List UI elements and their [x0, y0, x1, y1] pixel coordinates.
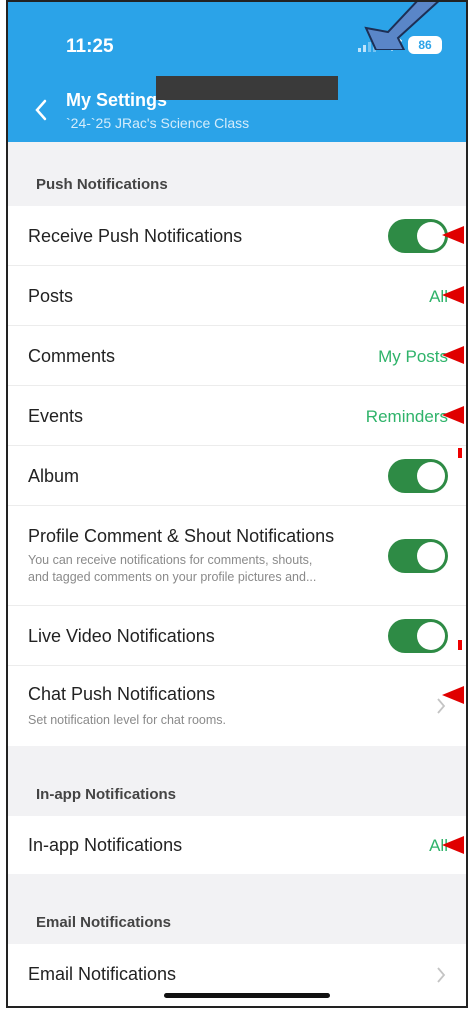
- home-indicator: [164, 993, 330, 998]
- row-description: Set notification level for chat rooms.: [28, 713, 227, 727]
- row-label: Posts: [28, 286, 74, 306]
- redaction-box: [156, 76, 338, 100]
- row-live-video[interactable]: Live Video Notifications: [8, 606, 466, 666]
- page-subtitle: `24-`25 JRac's Science Class: [66, 115, 250, 131]
- in-app-notifications-group: In-app Notifications All: [8, 816, 466, 874]
- annotation-mark: [458, 448, 462, 458]
- row-label: Events: [28, 406, 84, 426]
- row-label: Chat Push Notifications: [28, 684, 216, 704]
- row-events[interactable]: Events Reminders: [8, 386, 466, 446]
- row-chat-push[interactable]: Chat Push Notifications Set notification…: [8, 666, 466, 746]
- page-title: My Settings: [66, 90, 168, 110]
- row-posts[interactable]: Posts All: [8, 266, 466, 326]
- row-comments[interactable]: Comments My Posts: [8, 326, 466, 386]
- row-label: Comments: [28, 346, 116, 366]
- row-label: Profile Comment & Shout Notifications: [28, 526, 335, 546]
- row-label: In-app Notifications: [28, 835, 183, 855]
- live-video-toggle[interactable]: [388, 619, 448, 653]
- section-label-push: Push Notifications: [36, 176, 168, 193]
- section-label-in-app: In-app Notifications: [36, 786, 176, 803]
- receive-push-toggle[interactable]: [388, 219, 448, 253]
- chevron-right-icon: [437, 967, 446, 983]
- email-notifications-group: Email Notifications: [8, 944, 466, 1006]
- row-in-app[interactable]: In-app Notifications All: [8, 816, 466, 874]
- annotation-arrow-icon: [442, 836, 464, 854]
- annotation-arrow-icon: [442, 286, 464, 304]
- album-toggle[interactable]: [388, 459, 448, 493]
- row-label: Live Video Notifications: [28, 626, 215, 646]
- annotation-arrow-icon: [364, 2, 440, 50]
- events-value[interactable]: Reminders: [366, 407, 448, 427]
- annotation-arrow-icon: [442, 346, 464, 364]
- row-profile-comment[interactable]: Profile Comment & Shout Notifications Yo…: [8, 506, 466, 606]
- annotation-arrow-icon: [442, 686, 464, 704]
- annotation-mark: [458, 640, 462, 650]
- row-description: and tagged comments on your profile pict…: [28, 570, 317, 584]
- annotation-arrow-icon: [442, 226, 464, 244]
- comments-value[interactable]: My Posts: [378, 347, 448, 367]
- row-receive-push[interactable]: Receive Push Notifications: [8, 206, 466, 266]
- profile-comment-toggle[interactable]: [388, 539, 448, 573]
- status-time: 11:25: [66, 36, 114, 57]
- row-description: You can receive notifications for commen…: [28, 553, 313, 567]
- annotation-arrow-icon: [442, 406, 464, 424]
- section-label-email: Email Notifications: [36, 914, 172, 931]
- phone-screenshot-frame: 11:25 86 My Settings `24-`25 JRac's Scie…: [6, 0, 468, 1008]
- row-album[interactable]: Album: [8, 446, 466, 506]
- row-label: Receive Push Notifications: [28, 226, 243, 246]
- back-chevron-icon[interactable]: [34, 98, 48, 122]
- row-label: Album: [28, 466, 80, 486]
- row-label: Email Notifications: [28, 964, 177, 984]
- push-notifications-group: Receive Push Notifications Posts All Com…: [8, 206, 466, 746]
